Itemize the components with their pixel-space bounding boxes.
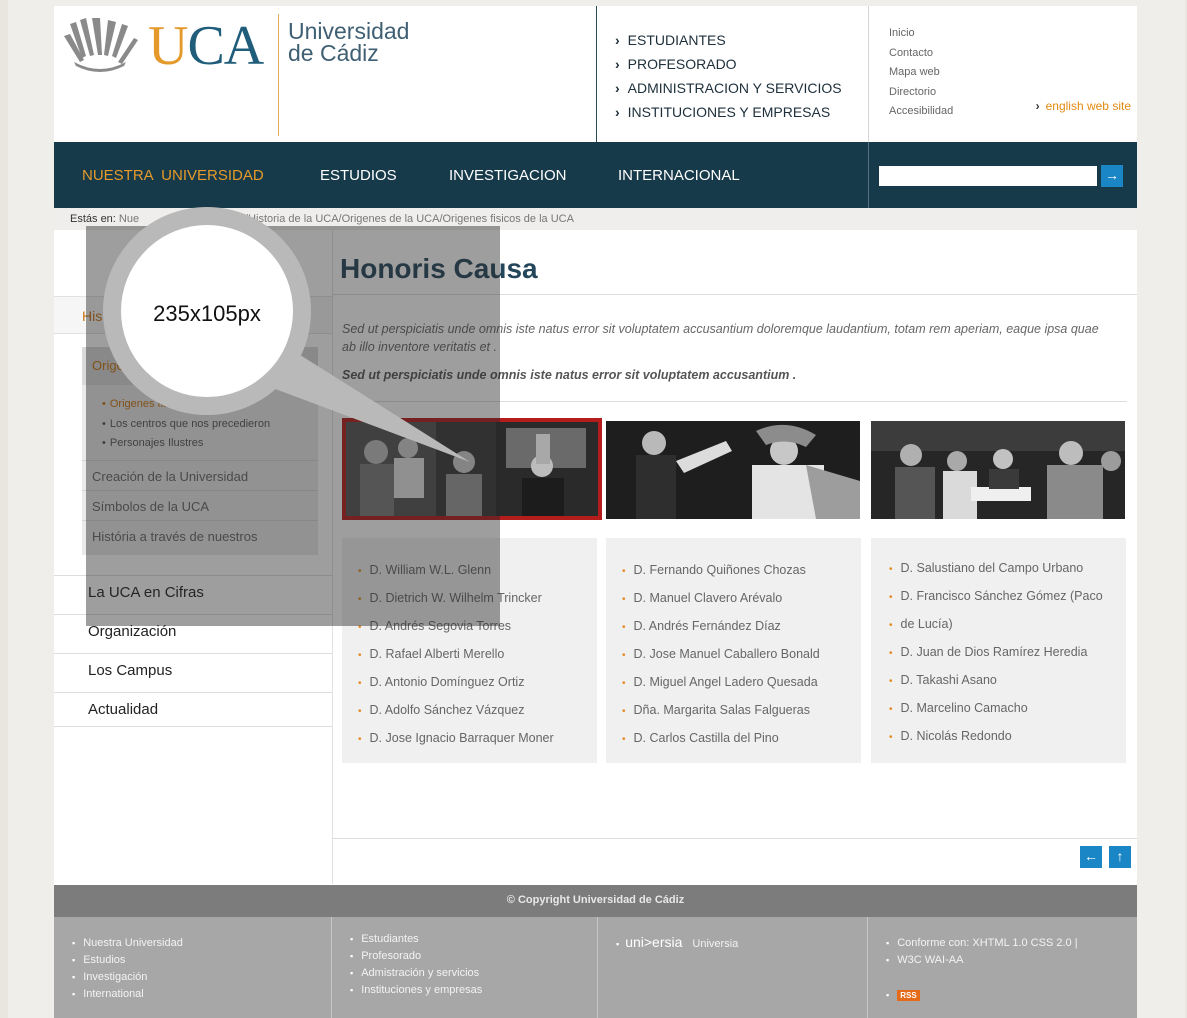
- magnifier-label: 235x105px: [153, 301, 261, 326]
- magnifier-bubble: 235x105px: [103, 207, 311, 415]
- magnifier-pointer: [230, 336, 470, 462]
